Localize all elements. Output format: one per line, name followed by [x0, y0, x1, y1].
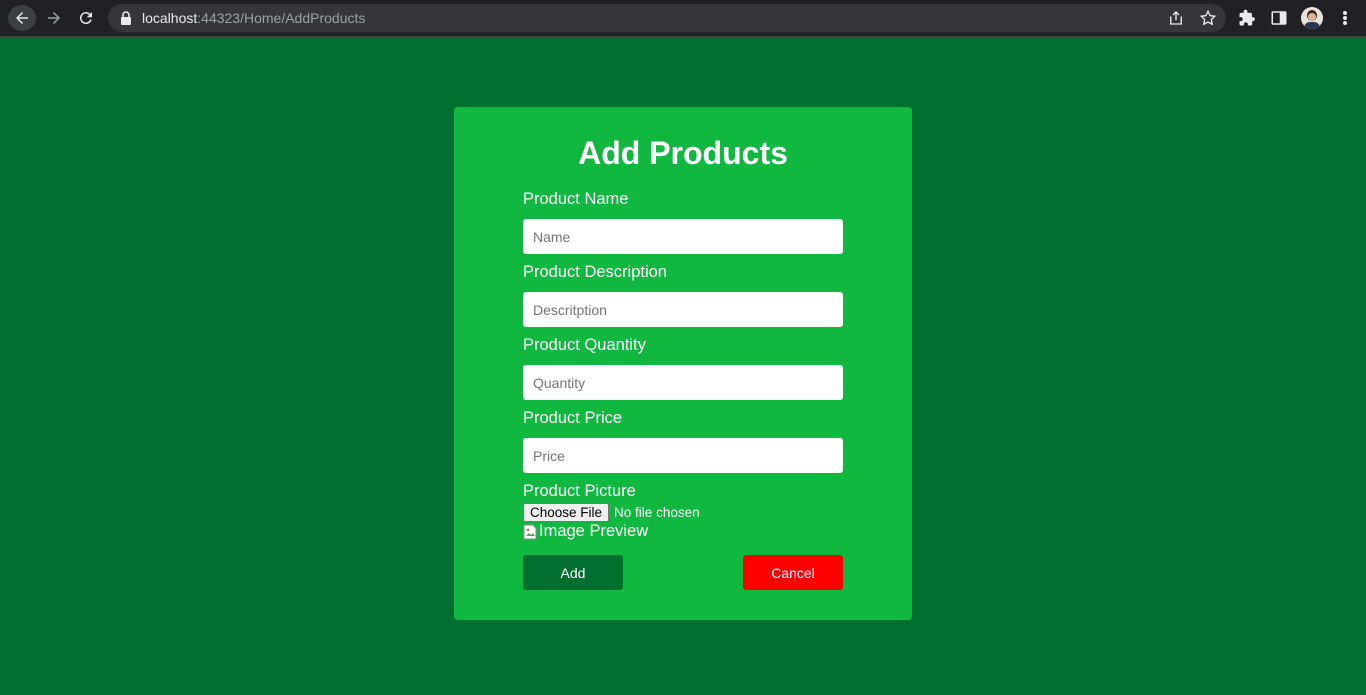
product-quantity-label: Product Quantity: [523, 336, 646, 354]
image-preview-alt-text: Image Preview: [539, 522, 649, 540]
profile-avatar[interactable]: [1301, 7, 1323, 29]
add-products-card: Add Products Product Name Product Descri…: [454, 107, 912, 620]
reload-icon: [79, 12, 92, 25]
broken-image-icon: [523, 524, 537, 539]
forward-button[interactable]: [40, 5, 68, 31]
bookmark-star-icon[interactable]: [1199, 9, 1217, 27]
cancel-button[interactable]: Cancel: [743, 555, 843, 590]
browser-toolbar: localhost:44323/Home/AddProducts: [0, 0, 1366, 37]
share-icon[interactable]: [1167, 9, 1185, 27]
page-title: Add Products: [578, 135, 788, 171]
lock-icon: [121, 11, 131, 25]
product-price-label: Product Price: [523, 409, 623, 427]
arrow-right-icon: [48, 12, 60, 24]
product-picture-label: Product Picture: [523, 482, 636, 500]
product-quantity-input[interactable]: [523, 365, 843, 400]
address-bar[interactable]: localhost:44323/Home/AddProducts: [108, 4, 1226, 32]
product-description-label: Product Description: [523, 263, 667, 281]
arrow-left-icon: [16, 12, 28, 24]
extensions-puzzle-icon[interactable]: [1238, 9, 1256, 27]
browser-menu-icon[interactable]: [1336, 9, 1354, 27]
side-panel-icon[interactable]: [1270, 9, 1288, 27]
file-upload: Choose File No file chosen: [523, 503, 700, 522]
product-name-input[interactable]: [523, 219, 843, 254]
product-price-input[interactable]: [523, 438, 843, 473]
product-name-label: Product Name: [523, 190, 629, 208]
reload-button[interactable]: [72, 5, 100, 31]
back-button[interactable]: [8, 5, 36, 31]
choose-file-button[interactable]: Choose File: [523, 503, 610, 522]
add-button[interactable]: Add: [523, 555, 623, 590]
file-status-text: No file chosen: [614, 505, 700, 520]
product-description-input[interactable]: [523, 292, 843, 327]
url-text: localhost:44323/Home/AddProducts: [142, 10, 366, 26]
image-preview: Image Preview: [523, 522, 648, 541]
